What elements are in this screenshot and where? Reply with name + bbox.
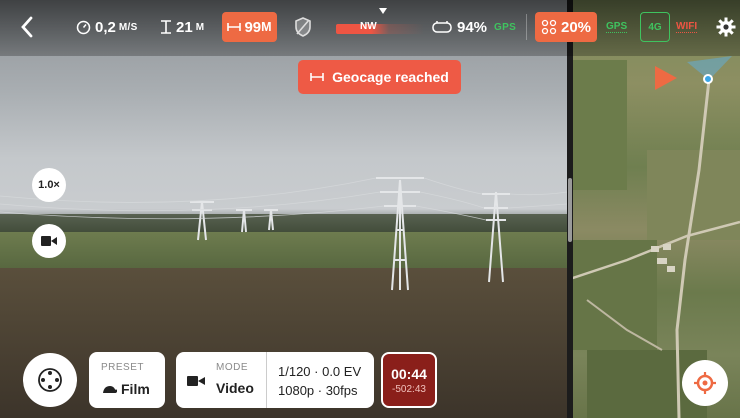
- network-4g-indicator: 4G: [640, 12, 670, 42]
- controller-status: 94% GPS: [432, 12, 516, 42]
- network-4g-label: 4G: [648, 21, 662, 33]
- drone-gps-label: GPS: [606, 21, 628, 33]
- turtle-icon: [103, 386, 117, 393]
- compass-heading: NW: [360, 21, 377, 32]
- view-divider[interactable]: [567, 0, 573, 418]
- settings-button[interactable]: [716, 12, 736, 42]
- distance-unit: M: [261, 20, 272, 34]
- shield-slash-icon: [295, 17, 311, 37]
- distance-indicator: 99 M: [222, 12, 277, 42]
- drone-battery-value: 20%: [560, 18, 592, 36]
- preset-value: Film: [121, 381, 150, 397]
- panel-divider: [266, 352, 267, 408]
- controller-icon: [432, 21, 452, 33]
- gear-icon: [716, 17, 736, 37]
- status-separator: [526, 14, 527, 40]
- map-view[interactable]: [567, 0, 740, 418]
- drone-battery-indicator: 20%: [535, 12, 597, 42]
- network-wifi-label: WIFI: [676, 21, 698, 33]
- geocage-alert: Geocage reached: [298, 60, 461, 94]
- network-wifi-indicator: WIFI: [676, 12, 698, 42]
- preset-selector[interactable]: PRESET Film: [89, 352, 165, 408]
- altitude-unit: M: [195, 21, 205, 33]
- geocage-alert-text: Geocage reached: [332, 69, 449, 85]
- distance-value: 99: [244, 18, 262, 36]
- distance-icon: [227, 23, 242, 31]
- altitude-indicator: 21 M: [160, 12, 204, 42]
- center-map-button[interactable]: [682, 360, 728, 406]
- speed-indicator: 0,2 M/S: [76, 12, 138, 42]
- exposure-value: 1/120 · 0.0 EV: [278, 364, 362, 379]
- map-roads: [567, 56, 740, 418]
- speed-value: 0,2: [95, 18, 116, 36]
- record-time: 00:44: [391, 365, 427, 382]
- zoom-button[interactable]: 1.0×: [32, 168, 66, 202]
- speedometer-icon: [76, 20, 91, 34]
- drone-gps-status: GPS: [606, 12, 628, 42]
- capture-settings-panel[interactable]: MODE Video 1/120 · 0.0 EV 1080p · 30fps: [176, 352, 374, 408]
- aperture-icon: [38, 368, 62, 392]
- mode-label: MODE: [216, 362, 248, 373]
- remaining-time: -502:43: [392, 383, 426, 395]
- chevron-left-icon: [21, 16, 33, 38]
- drone-position-icon: [655, 66, 677, 90]
- obstacle-avoidance-indicator[interactable]: [294, 12, 312, 42]
- resolution-value: 1080p · 30fps: [278, 383, 358, 398]
- home-point-icon: [703, 74, 713, 84]
- heading-marker-icon: [379, 8, 387, 14]
- video-camera-icon: [187, 376, 205, 386]
- zoom-level: 1.0×: [38, 179, 60, 191]
- drone-battery-icon: [541, 19, 557, 35]
- record-button[interactable]: 00:44 -502:43: [381, 352, 437, 408]
- controller-gps: GPS: [494, 21, 517, 33]
- altitude-icon: [161, 20, 171, 34]
- distance-icon: [310, 73, 324, 81]
- speed-unit: M/S: [118, 21, 138, 33]
- camera-settings-button[interactable]: [23, 353, 77, 407]
- altitude-value: 21: [176, 18, 193, 36]
- controller-battery: 94%: [457, 18, 488, 36]
- target-icon: [694, 372, 716, 394]
- back-button[interactable]: [20, 12, 34, 42]
- top-status-bar: 0,2 M/S 21 M 99 M NW 94% GPS 20% GPS 4G …: [0, 0, 740, 56]
- divider-handle[interactable]: [568, 178, 572, 242]
- compass-strip: NW: [336, 8, 424, 40]
- mode-value: Video: [216, 380, 254, 396]
- camera-mode-button[interactable]: [32, 224, 66, 258]
- preset-label: PRESET: [101, 362, 145, 373]
- video-camera-icon: [41, 236, 57, 246]
